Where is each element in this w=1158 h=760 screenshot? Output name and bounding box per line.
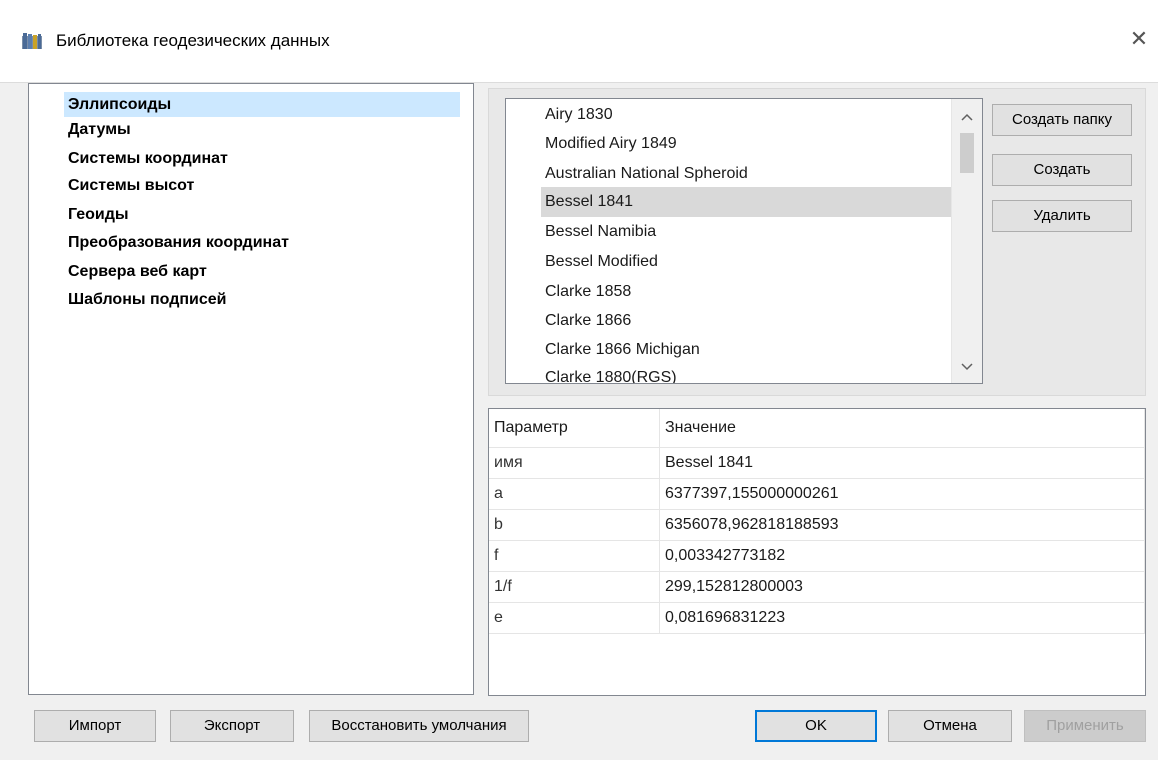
chevron-down-icon[interactable] [952, 357, 982, 377]
list-item[interactable]: Australian National Spheroid [541, 159, 953, 189]
scrollbar-thumb[interactable] [960, 133, 974, 173]
list-item[interactable]: Clarke 1866 Michigan [541, 335, 953, 365]
param-name-cell: 1/f [489, 571, 660, 603]
list-item-selected[interactable]: Bessel 1841 [541, 187, 953, 217]
param-name-cell: a [489, 478, 660, 510]
param-name-cell: b [489, 509, 660, 541]
param-name-cell: e [489, 602, 660, 634]
close-icon[interactable]: ✕ [1126, 26, 1152, 52]
tree-item-coordinate-transforms[interactable]: Преобразования координат [64, 230, 295, 255]
table-header-row: Параметр Значение [489, 409, 1145, 448]
ellipsoid-list[interactable]: Airy 1830 Modified Airy 1849 Australian … [505, 98, 983, 384]
table-row[interactable]: e 0,081696831223 [489, 602, 1145, 634]
title-bar: Библиотека геодезических данных ✕ [0, 0, 1158, 83]
list-item[interactable]: Bessel Namibia [541, 217, 953, 247]
column-header-value: Значение [659, 409, 1145, 448]
list-item[interactable]: Modified Airy 1849 [541, 129, 953, 159]
tree-item-height-systems[interactable]: Системы высот [64, 173, 200, 198]
tree-item-coordinate-systems[interactable]: Системы координат [64, 146, 234, 171]
create-folder-button[interactable]: Создать папку [992, 104, 1132, 136]
tree-item-geoids[interactable]: Геоиды [64, 202, 135, 227]
chevron-up-icon[interactable] [952, 107, 982, 127]
param-name-cell: f [489, 540, 660, 572]
list-item[interactable]: Airy 1830 [541, 100, 953, 130]
table-row[interactable]: имя Bessel 1841 [489, 447, 1145, 479]
table-row[interactable]: 1/f 299,152812800003 [489, 571, 1145, 603]
apply-button[interactable]: Применить [1024, 710, 1146, 742]
tree-item-web-map-servers[interactable]: Сервера веб карт [64, 259, 213, 284]
list-item[interactable]: Clarke 1858 [541, 277, 953, 307]
list-item[interactable]: Bessel Modified [541, 247, 953, 277]
param-value-cell[interactable]: Bessel 1841 [659, 447, 1145, 479]
param-value-cell[interactable]: 6377397,155000000261 [659, 478, 1145, 510]
param-name-cell: имя [489, 447, 660, 479]
ok-button[interactable]: OK [755, 710, 877, 742]
param-value-cell[interactable]: 6356078,962818188593 [659, 509, 1145, 541]
list-item[interactable]: Clarke 1880(RGS) [541, 363, 953, 383]
delete-button[interactable]: Удалить [992, 200, 1132, 232]
cancel-button[interactable]: Отмена [888, 710, 1012, 742]
category-tree: Эллипсоиды Датумы Системы координат Сист… [28, 83, 474, 695]
param-value-cell[interactable]: 299,152812800003 [659, 571, 1145, 603]
tree-item-label-templates[interactable]: Шаблоны подписей [64, 287, 232, 312]
restore-defaults-button[interactable]: Восстановить умолчания [309, 710, 529, 742]
import-button[interactable]: Импорт [34, 710, 156, 742]
column-header-parameter: Параметр [489, 409, 660, 448]
window-title: Библиотека геодезических данных [56, 31, 330, 50]
tree-item-datums[interactable]: Датумы [64, 117, 137, 142]
table-row[interactable]: b 6356078,962818188593 [489, 509, 1145, 541]
param-value-cell[interactable]: 0,081696831223 [659, 602, 1145, 634]
param-value-cell[interactable]: 0,003342773182 [659, 540, 1145, 572]
properties-table: Параметр Значение имя Bessel 1841 a 6377… [488, 408, 1146, 696]
table-row[interactable]: f 0,003342773182 [489, 540, 1145, 572]
table-row[interactable]: a 6377397,155000000261 [489, 478, 1145, 510]
list-item[interactable]: Clarke 1866 [541, 306, 953, 336]
library-icon [22, 33, 42, 49]
create-button[interactable]: Создать [992, 154, 1132, 186]
export-button[interactable]: Экспорт [170, 710, 294, 742]
list-scrollbar[interactable] [951, 99, 982, 383]
tree-item-ellipsoids[interactable]: Эллипсоиды [64, 92, 460, 117]
